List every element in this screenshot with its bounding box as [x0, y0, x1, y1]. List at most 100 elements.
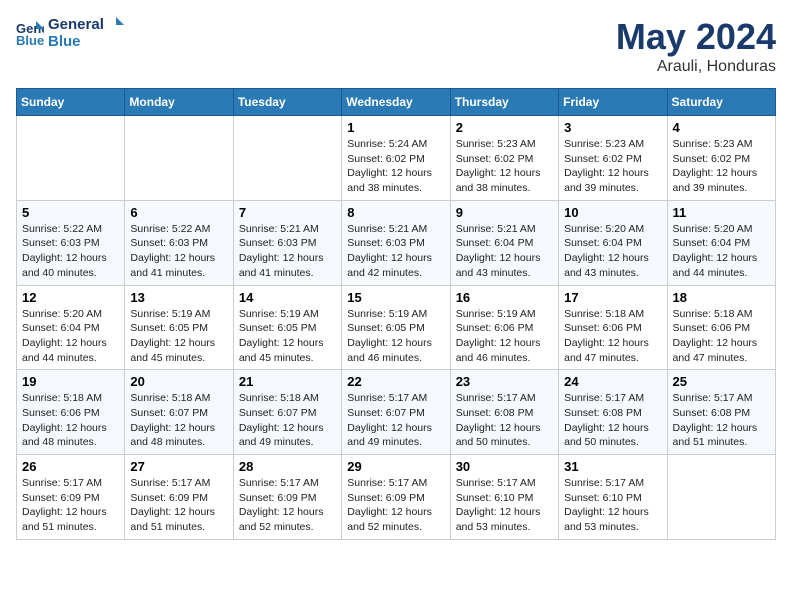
day-number: 7 [239, 205, 336, 220]
day-number: 13 [130, 290, 227, 305]
day-number: 25 [673, 374, 770, 389]
day-info: Sunrise: 5:22 AM Sunset: 6:03 PM Dayligh… [130, 222, 227, 281]
calendar-cell: 9 Sunrise: 5:21 AM Sunset: 6:04 PM Daylig… [450, 200, 558, 285]
day-number: 17 [564, 290, 661, 305]
calendar-cell: 23 Sunrise: 5:17 AM Sunset: 6:08 PM Dayli… [450, 370, 558, 455]
calendar-cell: 25Sunrise: 5:17 AM Sunset: 6:08 PM Dayli… [667, 370, 775, 455]
calendar-week-row: 1Sunrise: 5:24 AM Sunset: 6:02 PM Daylig… [17, 116, 776, 201]
weekday-header-friday: Friday [559, 89, 667, 116]
day-info: Sunrise: 5:17 AM Sunset: 6:09 PM Dayligh… [239, 476, 336, 535]
calendar-cell: 21 Sunrise: 5:18 AM Sunset: 6:07 PM Dayli… [233, 370, 341, 455]
day-number: 8 [347, 205, 444, 220]
calendar-cell: 28 Sunrise: 5:17 AM Sunset: 6:09 PM Dayli… [233, 455, 341, 540]
calendar-cell: 1Sunrise: 5:24 AM Sunset: 6:02 PM Daylig… [342, 116, 450, 201]
logo-line1: General [48, 16, 124, 33]
weekday-header-row: SundayMondayTuesdayWednesdayThursdayFrid… [17, 89, 776, 116]
weekday-header-monday: Monday [125, 89, 233, 116]
calendar-week-row: 19 Sunrise: 5:18 AM Sunset: 6:06 PM Dayli… [17, 370, 776, 455]
day-info: Sunrise: 5:19 AM Sunset: 6:05 PM Dayligh… [239, 307, 336, 366]
day-number: 3 [564, 120, 661, 135]
calendar-cell: 16Sunrise: 5:19 AM Sunset: 6:06 PM Dayli… [450, 285, 558, 370]
day-number: 23 [456, 374, 553, 389]
day-info: Sunrise: 5:23 AM Sunset: 6:02 PM Dayligh… [564, 137, 661, 196]
day-info: Sunrise: 5:21 AM Sunset: 6:04 PM Dayligh… [456, 222, 553, 281]
day-number: 16 [456, 290, 553, 305]
day-number: 10 [564, 205, 661, 220]
calendar-cell: 24 Sunrise: 5:17 AM Sunset: 6:08 PM Dayli… [559, 370, 667, 455]
calendar-cell: 2 Sunrise: 5:23 AM Sunset: 6:02 PM Daylig… [450, 116, 558, 201]
day-number: 28 [239, 459, 336, 474]
day-number: 9 [456, 205, 553, 220]
calendar-cell: 13 Sunrise: 5:19 AM Sunset: 6:05 PM Dayli… [125, 285, 233, 370]
weekday-header-wednesday: Wednesday [342, 89, 450, 116]
calendar-cell: 20Sunrise: 5:18 AM Sunset: 6:07 PM Dayli… [125, 370, 233, 455]
day-number: 31 [564, 459, 661, 474]
day-info: Sunrise: 5:17 AM Sunset: 6:08 PM Dayligh… [564, 391, 661, 450]
day-info: Sunrise: 5:17 AM Sunset: 6:09 PM Dayligh… [22, 476, 119, 535]
day-info: Sunrise: 5:19 AM Sunset: 6:05 PM Dayligh… [347, 307, 444, 366]
day-info: Sunrise: 5:21 AM Sunset: 6:03 PM Dayligh… [239, 222, 336, 281]
logo: General Blue General Blue [16, 16, 124, 50]
day-number: 18 [673, 290, 770, 305]
day-number: 19 [22, 374, 119, 389]
calendar-cell: 19 Sunrise: 5:18 AM Sunset: 6:06 PM Dayli… [17, 370, 125, 455]
calendar-cell: 4 Sunrise: 5:23 AM Sunset: 6:02 PM Daylig… [667, 116, 775, 201]
calendar-cell: 27 Sunrise: 5:17 AM Sunset: 6:09 PM Dayli… [125, 455, 233, 540]
calendar-cell: 11Sunrise: 5:20 AM Sunset: 6:04 PM Dayli… [667, 200, 775, 285]
calendar-table: SundayMondayTuesdayWednesdayThursdayFrid… [16, 88, 776, 540]
day-number: 14 [239, 290, 336, 305]
day-info: Sunrise: 5:23 AM Sunset: 6:02 PM Dayligh… [673, 137, 770, 196]
day-info: Sunrise: 5:20 AM Sunset: 6:04 PM Dayligh… [22, 307, 119, 366]
calendar-subtitle: Arauli, Honduras [616, 58, 776, 76]
day-info: Sunrise: 5:18 AM Sunset: 6:06 PM Dayligh… [564, 307, 661, 366]
svg-text:Blue: Blue [16, 33, 44, 47]
day-number: 11 [673, 205, 770, 220]
logo-icon: General Blue [16, 19, 44, 47]
weekday-header-thursday: Thursday [450, 89, 558, 116]
calendar-cell: 7 Sunrise: 5:21 AM Sunset: 6:03 PM Daylig… [233, 200, 341, 285]
calendar-week-row: 26Sunrise: 5:17 AM Sunset: 6:09 PM Dayli… [17, 455, 776, 540]
calendar-cell [17, 116, 125, 201]
day-info: Sunrise: 5:22 AM Sunset: 6:03 PM Dayligh… [22, 222, 119, 281]
day-info: Sunrise: 5:23 AM Sunset: 6:02 PM Dayligh… [456, 137, 553, 196]
day-info: Sunrise: 5:17 AM Sunset: 6:10 PM Dayligh… [456, 476, 553, 535]
calendar-cell: 18 Sunrise: 5:18 AM Sunset: 6:06 PM Dayli… [667, 285, 775, 370]
calendar-cell [125, 116, 233, 201]
day-info: Sunrise: 5:18 AM Sunset: 6:06 PM Dayligh… [673, 307, 770, 366]
calendar-cell: 5Sunrise: 5:22 AM Sunset: 6:03 PM Daylig… [17, 200, 125, 285]
day-number: 12 [22, 290, 119, 305]
calendar-cell: 10 Sunrise: 5:20 AM Sunset: 6:04 PM Dayli… [559, 200, 667, 285]
calendar-cell: 31Sunrise: 5:17 AM Sunset: 6:10 PM Dayli… [559, 455, 667, 540]
day-info: Sunrise: 5:18 AM Sunset: 6:06 PM Dayligh… [22, 391, 119, 450]
calendar-cell: 15Sunrise: 5:19 AM Sunset: 6:05 PM Dayli… [342, 285, 450, 370]
calendar-title: May 2024 [616, 16, 776, 58]
day-info: Sunrise: 5:17 AM Sunset: 6:08 PM Dayligh… [456, 391, 553, 450]
calendar-cell: 22Sunrise: 5:17 AM Sunset: 6:07 PM Dayli… [342, 370, 450, 455]
day-number: 6 [130, 205, 227, 220]
calendar-cell [233, 116, 341, 201]
day-number: 27 [130, 459, 227, 474]
calendar-week-row: 5Sunrise: 5:22 AM Sunset: 6:03 PM Daylig… [17, 200, 776, 285]
day-number: 21 [239, 374, 336, 389]
calendar-cell: 29 Sunrise: 5:17 AM Sunset: 6:09 PM Dayli… [342, 455, 450, 540]
title-block: May 2024 Arauli, Honduras [616, 16, 776, 76]
day-number: 2 [456, 120, 553, 135]
day-info: Sunrise: 5:17 AM Sunset: 6:09 PM Dayligh… [130, 476, 227, 535]
day-info: Sunrise: 5:19 AM Sunset: 6:05 PM Dayligh… [130, 307, 227, 366]
day-number: 4 [673, 120, 770, 135]
day-info: Sunrise: 5:21 AM Sunset: 6:03 PM Dayligh… [347, 222, 444, 281]
calendar-cell [667, 455, 775, 540]
day-info: Sunrise: 5:18 AM Sunset: 6:07 PM Dayligh… [130, 391, 227, 450]
calendar-cell: 6 Sunrise: 5:22 AM Sunset: 6:03 PM Daylig… [125, 200, 233, 285]
day-number: 24 [564, 374, 661, 389]
calendar-cell: 17 Sunrise: 5:18 AM Sunset: 6:06 PM Dayli… [559, 285, 667, 370]
calendar-week-row: 12 Sunrise: 5:20 AM Sunset: 6:04 PM Dayli… [17, 285, 776, 370]
day-info: Sunrise: 5:17 AM Sunset: 6:07 PM Dayligh… [347, 391, 444, 450]
calendar-cell: 3 Sunrise: 5:23 AM Sunset: 6:02 PM Daylig… [559, 116, 667, 201]
day-number: 29 [347, 459, 444, 474]
day-info: Sunrise: 5:20 AM Sunset: 6:04 PM Dayligh… [564, 222, 661, 281]
day-number: 1 [347, 120, 444, 135]
day-info: Sunrise: 5:18 AM Sunset: 6:07 PM Dayligh… [239, 391, 336, 450]
calendar-cell: 30Sunrise: 5:17 AM Sunset: 6:10 PM Dayli… [450, 455, 558, 540]
day-info: Sunrise: 5:17 AM Sunset: 6:09 PM Dayligh… [347, 476, 444, 535]
